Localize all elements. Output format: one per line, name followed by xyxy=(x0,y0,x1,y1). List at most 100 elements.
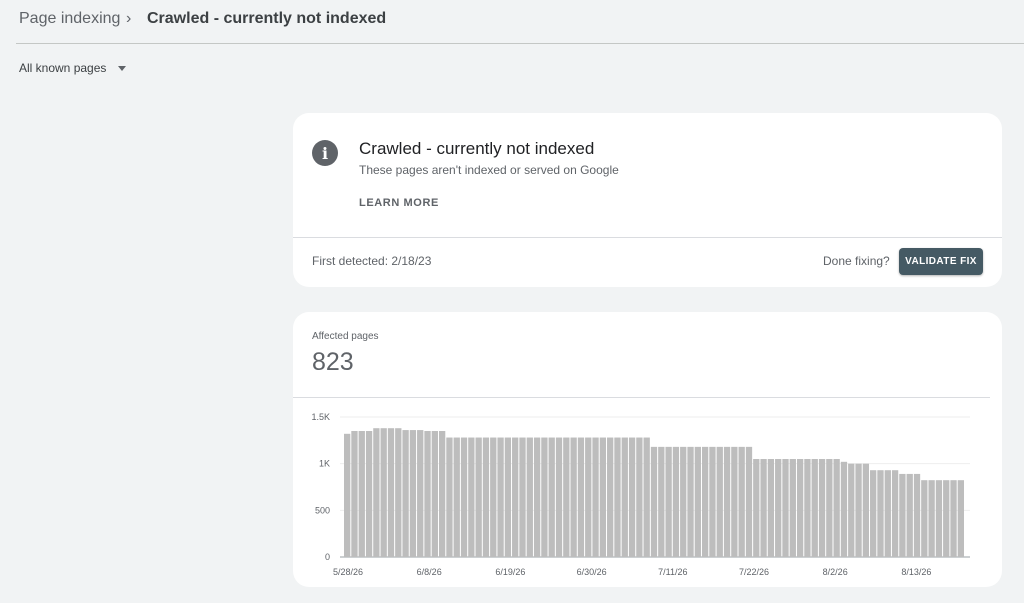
chart-bar xyxy=(935,480,943,557)
chart-bar xyxy=(460,437,468,557)
chart-bar xyxy=(497,437,504,557)
chart-bar xyxy=(701,446,709,557)
chart-bar xyxy=(855,463,862,557)
chart-bar xyxy=(533,437,541,557)
done-fixing-label: Done fixing? xyxy=(823,254,890,268)
chart-bar xyxy=(694,446,701,557)
x-tick-label: 6/19/26 xyxy=(495,567,525,577)
chart-divider xyxy=(293,397,990,398)
chart-bar xyxy=(585,437,592,557)
chart-bar xyxy=(767,459,775,557)
chart-bar xyxy=(628,437,636,557)
chart-bar xyxy=(818,459,826,557)
chart-bar xyxy=(906,473,913,557)
y-tick-label: 1K xyxy=(319,459,330,469)
chart-bar xyxy=(884,470,891,557)
chart-bar xyxy=(658,446,665,557)
chart-bar xyxy=(804,459,811,557)
chart-bar xyxy=(446,437,453,557)
chart-bar xyxy=(577,437,585,557)
card-divider xyxy=(293,237,1002,238)
chart-bar xyxy=(365,431,373,557)
header: Page indexing › Crawled - currently not … xyxy=(0,0,1024,44)
x-tick-label: 5/28/26 xyxy=(333,567,363,577)
breadcrumb-page-indexing[interactable]: Page indexing xyxy=(19,10,120,28)
info-icon: i xyxy=(312,140,338,166)
x-tick-label: 7/11/26 xyxy=(658,567,687,577)
chart-bar xyxy=(504,437,512,557)
chart-bar xyxy=(745,446,753,557)
chart-bar xyxy=(796,459,804,557)
affected-pages-card: Affected pages 823 1.5K 1K 500 0 5/28/26 6/8/… xyxy=(293,312,1002,587)
chart-bar xyxy=(811,459,818,557)
pages-filter-dropdown[interactable]: All known pages xyxy=(19,61,127,75)
affected-pages-chart: 1.5K 1K 500 05/28/26 6/8/26 6/19/26 6/30/26 7/1… xyxy=(311,412,970,577)
chart-bar xyxy=(840,461,848,557)
chart-bar xyxy=(760,459,767,557)
learn-more-link[interactable]: LEARN MORE xyxy=(359,197,439,209)
chart-bar xyxy=(891,470,899,557)
chart-bar xyxy=(738,446,745,557)
chart-bar xyxy=(607,437,614,557)
header-divider xyxy=(16,43,1024,44)
y-tick-label: 0 xyxy=(325,552,330,562)
chart-bar xyxy=(526,437,533,557)
chart-bar xyxy=(541,437,548,557)
chart-bar xyxy=(950,480,957,557)
chart-bar xyxy=(877,470,884,557)
caret-down-icon xyxy=(118,65,127,71)
chart-bar xyxy=(913,473,921,557)
x-tick-label: 7/22/26 xyxy=(739,567,769,577)
chart-bar xyxy=(387,428,395,557)
chart-bar xyxy=(409,430,417,557)
chart-bar xyxy=(687,446,694,557)
chart-bar xyxy=(636,437,643,557)
chart-bar xyxy=(592,437,599,557)
chart-bar xyxy=(351,431,358,557)
chart-bar xyxy=(468,437,475,557)
chart-bar xyxy=(512,437,519,557)
issue-info-card: i Crawled - currently not indexed These … xyxy=(293,113,1002,287)
x-tick-label: 6/30/26 xyxy=(577,567,607,577)
chart-bar xyxy=(453,437,460,557)
chart-bar xyxy=(723,446,731,557)
chart-bar xyxy=(709,446,716,557)
y-tick-label: 500 xyxy=(315,505,330,515)
issue-subtitle: These pages aren't indexed or served on … xyxy=(359,163,619,177)
chart-bar xyxy=(417,430,424,557)
y-tick-label: 1.5K xyxy=(311,412,330,422)
chart-bar xyxy=(438,431,446,557)
affected-pages-count: 823 xyxy=(312,348,354,376)
chart-bar xyxy=(599,437,607,557)
chart-bar xyxy=(563,437,570,557)
chart-bar xyxy=(373,428,380,557)
chart-bar xyxy=(475,437,482,557)
chart-bar xyxy=(380,428,387,557)
chart-bar xyxy=(344,433,351,557)
chart-bar xyxy=(431,431,438,557)
chart-bar xyxy=(358,431,365,557)
chart-bar xyxy=(957,480,964,557)
affected-pages-label: Affected pages xyxy=(312,331,379,342)
validate-fix-button[interactable]: VALIDATE FIX xyxy=(899,248,983,275)
x-tick-label: 8/13/26 xyxy=(901,567,931,577)
chart-bar xyxy=(899,473,906,557)
chart-bar xyxy=(555,437,563,557)
chart-bar xyxy=(753,459,760,557)
chart-bar xyxy=(870,470,877,557)
x-tick-label: 6/8/26 xyxy=(417,567,442,577)
chart-bar xyxy=(424,431,431,557)
chart-bar xyxy=(826,459,833,557)
chart-bar xyxy=(614,437,621,557)
chart-bar xyxy=(395,428,402,557)
filter-selected-value: All known pages xyxy=(19,61,107,75)
chart-bar xyxy=(402,430,409,557)
chart-bar xyxy=(680,446,687,557)
chart-bar xyxy=(570,437,577,557)
chart-bar xyxy=(862,463,870,557)
first-detected-text: First detected: 2/18/23 xyxy=(312,254,432,268)
page-title: Crawled - currently not indexed xyxy=(147,10,387,27)
chart-bar xyxy=(621,437,628,557)
chart-bar xyxy=(833,459,840,557)
chevron-right-icon: › xyxy=(126,10,132,27)
